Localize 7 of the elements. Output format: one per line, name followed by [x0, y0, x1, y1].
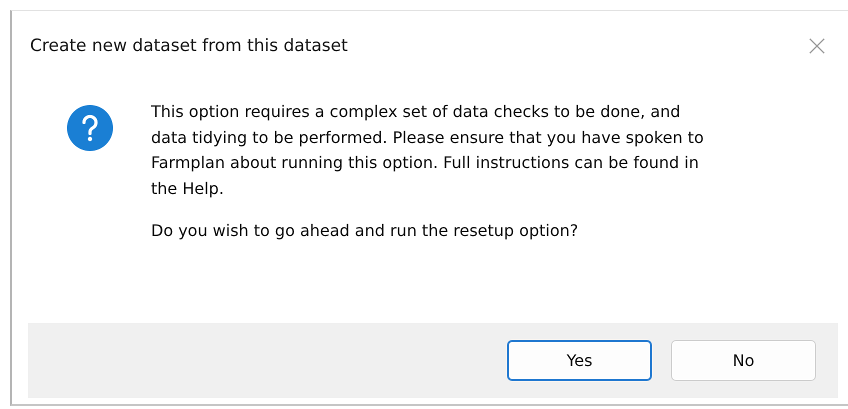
- message-text: This option requires a complex set of data checks to be done, and data tidying to be performed. Please ensure that you have spoken to Farmplan about running this option. Full instructions can be found in the Help.: [151, 101, 705, 200]
- window-title: Create new dataset from this dataset: [30, 36, 348, 56]
- question-icon: [67, 105, 113, 151]
- close-icon[interactable]: [808, 37, 826, 55]
- question-text: Do you wish to go ahead and run the resetup option?: [151, 221, 580, 240]
- dialog-button[interactable]: No: [671, 340, 816, 381]
- dialog-button[interactable]: Yes: [507, 340, 652, 381]
